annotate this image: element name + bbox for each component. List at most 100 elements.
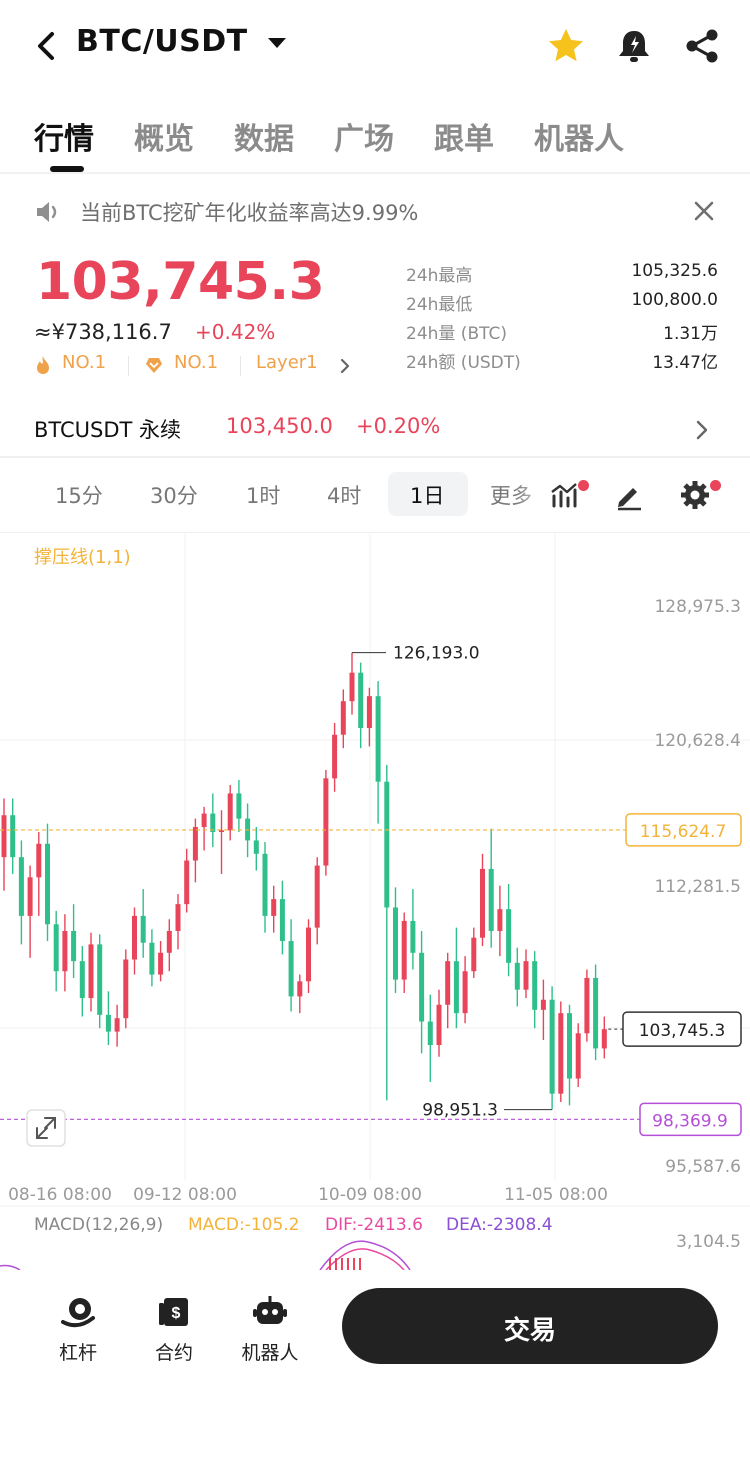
cny-price: ≈¥738,116.7 <box>34 320 172 344</box>
candle-body <box>340 701 346 735</box>
min-annotation-label: 98,951.3 <box>422 1101 498 1121</box>
star-icon[interactable] <box>546 26 586 66</box>
interval-1h[interactable]: 1时 <box>246 480 280 510</box>
x-tick-label: 08-16 08:00 <box>8 1185 112 1205</box>
tab-copy-trading[interactable]: 跟单 <box>434 114 494 158</box>
candle-body <box>427 1021 433 1046</box>
badge-favorite-rank[interactable]: NO.1 <box>174 352 218 373</box>
nav-futures[interactable]: $ 合约 <box>134 1290 214 1380</box>
candles <box>1 652 607 1110</box>
candle-body <box>105 1014 111 1032</box>
candle-body <box>540 999 546 1010</box>
candle-body <box>445 961 451 1005</box>
candle-body <box>506 909 512 963</box>
draw-pen-icon[interactable] <box>612 478 646 512</box>
candle-body <box>27 877 33 916</box>
candle-body <box>288 941 294 997</box>
candle-body <box>419 952 425 1022</box>
current-price-label: 103,745.3 <box>639 1021 726 1041</box>
candle-body <box>453 961 459 1014</box>
tab-overview[interactable]: 概览 <box>134 114 194 158</box>
y-tick-label: 128,975.3 <box>654 597 741 617</box>
macd-value: MACD:-105.2 <box>188 1215 300 1235</box>
candle-body <box>401 920 407 980</box>
candle-body <box>158 952 164 975</box>
dea-value: DEA:-2308.4 <box>446 1215 553 1235</box>
header: BTC/USDT <box>0 0 750 92</box>
tab-market[interactable]: 行情 <box>34 114 94 158</box>
candle-body <box>79 961 85 999</box>
candle-body <box>558 1013 564 1094</box>
candle-body <box>567 1013 572 1079</box>
nav-margin[interactable]: 杠杆 <box>38 1290 118 1380</box>
candle-body <box>175 904 181 931</box>
nav-bots[interactable]: 机器人 <box>230 1290 310 1380</box>
chart-grid <box>0 534 750 1207</box>
candle-body <box>123 959 129 1019</box>
change-percent: +0.42% <box>195 320 276 344</box>
candle-body <box>358 672 364 729</box>
chevron-right-icon[interactable] <box>688 416 716 444</box>
candle-body <box>166 930 172 953</box>
stat-row: 24h最低 100,800.0 <box>406 287 718 316</box>
candle-body <box>97 944 103 1015</box>
candle-body <box>514 962 520 990</box>
futures-contract-icon: $ <box>159 1298 188 1326</box>
candle-body <box>593 977 599 1049</box>
pair-title[interactable]: BTC/USDT <box>76 24 248 59</box>
badge-category[interactable]: Layer1 <box>256 352 318 373</box>
macd-pane: MACD(12,26,9) MACD:-105.2 DIF:-2413.6 DEA:-… <box>0 1215 741 1270</box>
y-tick-label: 120,628.4 <box>654 731 741 751</box>
chevron-right-icon[interactable] <box>338 357 352 375</box>
perpetual-link-row[interactable]: BTCUSDT 永续 103,450.0 +0.20% <box>0 406 750 452</box>
candle-body <box>36 843 42 878</box>
gear-icon[interactable] <box>678 478 712 512</box>
interval-1d[interactable]: 1日 <box>410 480 444 510</box>
candle-body <box>201 813 207 827</box>
candlestick-chart[interactable]: 115,624.7 98,369.9 103,745.3 126,193.0 98,95… <box>0 530 750 1270</box>
tab-bots[interactable]: 机器人 <box>534 114 624 158</box>
tab-square[interactable]: 广场 <box>334 114 394 158</box>
interval-4h[interactable]: 4时 <box>327 480 361 510</box>
badge-hot-rank[interactable]: NO.1 <box>62 352 106 373</box>
candle-body <box>192 826 198 861</box>
x-tick-label: 10-09 08:00 <box>318 1185 422 1205</box>
candle-body <box>332 734 338 779</box>
bottom-action-bar: 杠杆 $ 合约 机器人 交易 <box>0 1270 750 1390</box>
candle-body <box>71 930 77 962</box>
close-icon[interactable] <box>692 199 716 223</box>
candle-body <box>88 944 94 999</box>
divider <box>0 456 750 458</box>
macd-tick-label: 3,104.5 <box>676 1232 741 1252</box>
trade-button-label: 交易 <box>503 1316 556 1346</box>
interval-15m[interactable]: 15分 <box>55 480 103 510</box>
low-price-label: 98,369.9 <box>652 1111 728 1131</box>
candle-body <box>601 1029 607 1049</box>
share-icon[interactable] <box>682 26 722 66</box>
notice-banner[interactable]: 当前BTC挖矿年化收益率高达9.99% <box>0 190 750 234</box>
indicator-label[interactable]: 撑压线(1,1) <box>34 543 131 569</box>
candle-body <box>549 999 555 1094</box>
bell-alert-icon[interactable] <box>614 26 654 66</box>
stat-value: 1.31万 <box>663 324 718 344</box>
main-tabs: 行情 概览 数据 广场 跟单 机器人 <box>0 108 750 172</box>
nav-label: 机器人 <box>241 1342 299 1364</box>
indicators-icon[interactable] <box>548 478 582 512</box>
stat-value: 13.47亿 <box>652 353 718 373</box>
candle-body <box>253 840 259 854</box>
notification-dot <box>578 480 589 491</box>
candle-body <box>410 920 416 953</box>
back-arrow-icon[interactable] <box>30 26 66 66</box>
chevron-down-icon[interactable] <box>268 38 286 48</box>
interval-30m[interactable]: 30分 <box>150 480 198 510</box>
candle-body <box>366 696 372 729</box>
tab-data[interactable]: 数据 <box>234 114 294 158</box>
candle-body <box>271 899 277 916</box>
trade-button[interactable]: 交易 <box>342 1288 718 1364</box>
candle-body <box>279 899 285 942</box>
candle-body <box>219 830 224 833</box>
24h-stats: 24h最高 105,325.6 24h最低 100,800.0 24h量 (BT… <box>406 258 718 374</box>
diamond-heart-icon <box>146 358 162 373</box>
y-tick-label: 112,281.5 <box>654 877 741 897</box>
notice-text: 当前BTC挖矿年化收益率高达9.99% <box>80 201 419 225</box>
